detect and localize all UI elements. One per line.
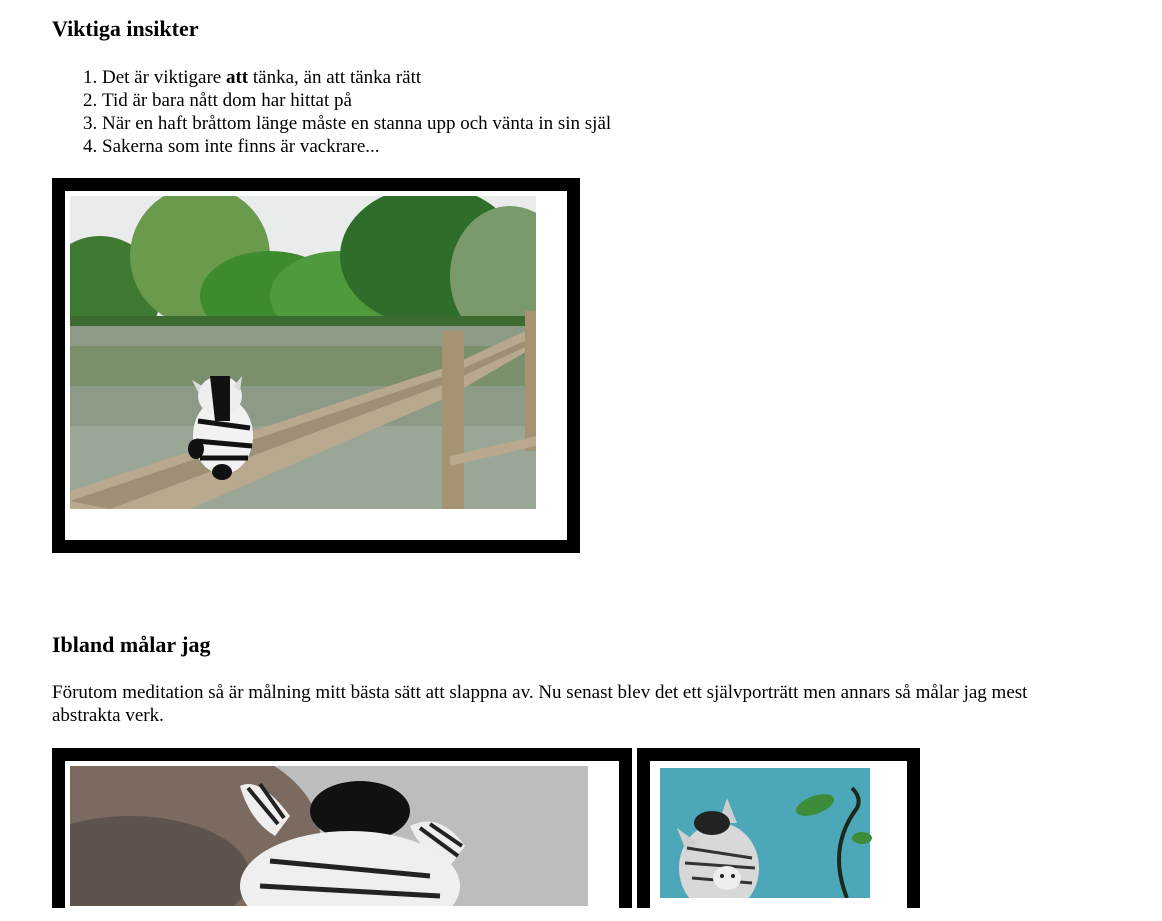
- zebra-self-portrait-painting: [657, 768, 873, 898]
- photo-frame: [52, 748, 632, 921]
- zebra-plush-on-bridge-photo: [70, 196, 536, 509]
- list-item: Det är viktigare att tänka, än att tänka…: [102, 66, 611, 89]
- list-item: Tid är bara nått dom har hittat på: [102, 89, 611, 112]
- painting-frame: [637, 748, 920, 921]
- painting-image: [657, 768, 873, 898]
- list-item-text: tänka, än att tänka rätt: [248, 67, 422, 88]
- zebra-closeup-image: [70, 766, 588, 906]
- insights-heading: Viktiga insikter: [52, 16, 199, 41]
- insights-list: Det är viktigare att tänka, än att tänka…: [52, 66, 611, 158]
- list-item-bold-text: att: [225, 67, 249, 88]
- zebra-plush-closeup-photo: [70, 766, 588, 906]
- pond-scene-image: [70, 196, 536, 509]
- photo-frame: [52, 178, 580, 553]
- painting-heading: Ibland målar jag: [52, 632, 211, 657]
- list-item: Sakerna som inte finns är vackrare...: [102, 135, 611, 158]
- list-item-text: Det är viktigare: [102, 67, 226, 88]
- list-item: När en haft bråttom länge måste en stann…: [102, 112, 611, 135]
- painting-intro-text: Förutom meditation så är målning mitt bä…: [52, 682, 1028, 726]
